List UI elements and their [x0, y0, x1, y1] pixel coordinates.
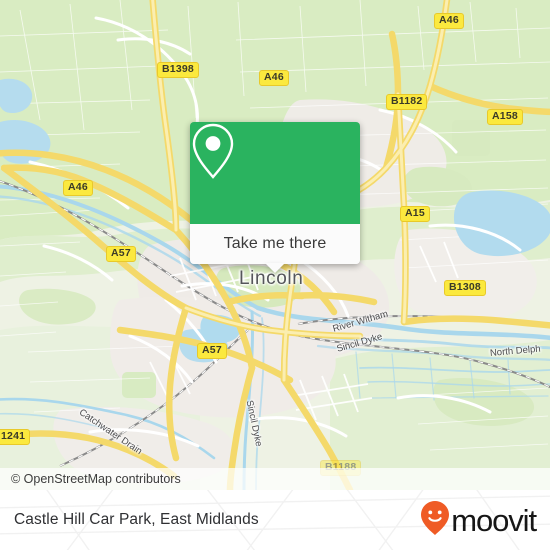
moovit-map-screenshot: B1398 A46 A46 B1182 A158 A46 A15 A57 B13…	[0, 0, 550, 550]
take-me-there-label: Take me there	[223, 235, 327, 252]
osm-attribution-text[interactable]: © OpenStreetMap contributors	[0, 472, 181, 486]
footer-bar: Castle Hill Car Park, East Midlands moov…	[0, 490, 550, 550]
map-attribution-bar: © OpenStreetMap contributors	[0, 468, 550, 490]
road-shield[interactable]: A57	[197, 343, 227, 359]
road-shield[interactable]: A46	[259, 70, 289, 86]
moovit-wordmark: moovit	[451, 502, 537, 538]
moovit-smiley-pin-icon	[420, 500, 450, 541]
road-shield[interactable]: A46	[434, 13, 464, 29]
callout-tail	[265, 263, 285, 273]
road-shield[interactable]: A57	[106, 246, 136, 262]
callout-action-bar[interactable]: Take me there	[190, 224, 360, 273]
road-shield[interactable]: A46	[63, 180, 93, 196]
road-shield[interactable]: A158	[487, 109, 523, 125]
road-shield[interactable]: A15	[400, 206, 430, 222]
road-shield[interactable]: B1398	[157, 62, 199, 78]
map-canvas[interactable]: B1398 A46 A46 B1182 A158 A46 A15 A57 B13…	[0, 0, 550, 490]
take-me-there-callout[interactable]: Take me there	[190, 122, 360, 273]
callout-pin-panel	[190, 122, 360, 224]
place-title: Castle Hill Car Park, East Midlands	[14, 511, 259, 528]
moovit-logo[interactable]: moovit	[420, 500, 550, 541]
road-shield[interactable]: 1241	[0, 429, 31, 445]
road-shield[interactable]: B1182	[386, 94, 428, 110]
road-shield[interactable]: B1308	[444, 280, 486, 296]
